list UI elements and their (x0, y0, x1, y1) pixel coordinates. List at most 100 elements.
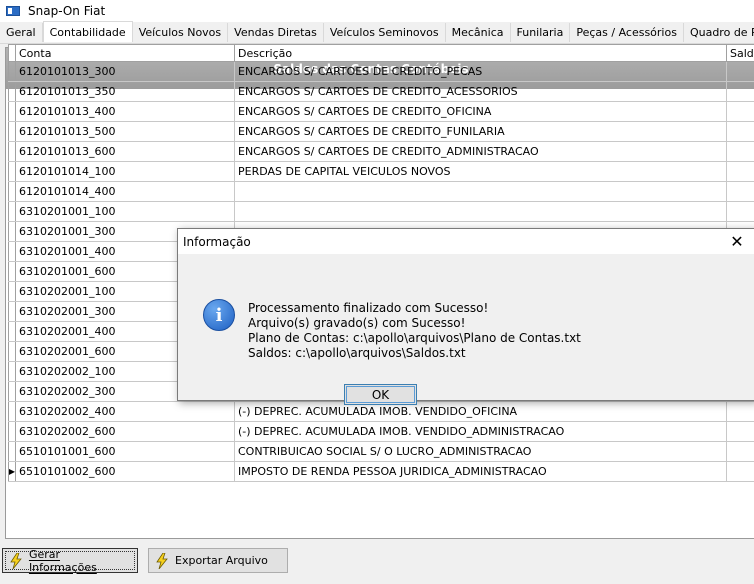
row-indicator (8, 182, 16, 201)
tab-veiculos-seminovos[interactable]: Veículos Seminovos (323, 23, 446, 42)
row-indicator (8, 242, 16, 261)
tab-veiculos-novos[interactable]: Veículos Novos (132, 23, 229, 42)
cell-conta[interactable]: 6120101013_600 (16, 142, 235, 161)
row-indicator (8, 262, 16, 281)
window-titlebar: Snap-On Fiat (0, 0, 754, 22)
cell-descricao[interactable]: (-) DEPREC. ACUMULADA IMOB. VENDIDO_ADMI… (235, 422, 727, 441)
row-indicator (8, 222, 16, 241)
row-indicator (8, 382, 16, 401)
row-indicator (8, 62, 16, 81)
exportar-label: Exportar Arquivo (175, 554, 268, 567)
cell-conta[interactable]: 6510101002_600 (16, 462, 235, 481)
row-indicator (8, 402, 16, 421)
cell-descricao[interactable]: (-) DEPREC. ACUMULADA IMOB. VENDIDO_OFIC… (235, 402, 727, 421)
cell-conta[interactable]: 6120101013_400 (16, 102, 235, 121)
cell-conta[interactable]: 6120101013_350 (16, 82, 235, 101)
row-indicator (8, 282, 16, 301)
table-row[interactable]: 6310202002_400 (-) DEPREC. ACUMULADA IMOB… (8, 402, 754, 422)
cell-conta[interactable]: 6310202002_400 (16, 402, 235, 421)
row-indicator (8, 162, 16, 181)
gerar-label: Gerar Informações (28, 547, 97, 574)
row-indicator (8, 202, 16, 221)
tab-vendas-diretas[interactable]: Vendas Diretas (228, 23, 324, 42)
message-line: Arquivo(s) gravado(s) com Sucesso! (248, 316, 466, 330)
grid-header-indicator (8, 45, 16, 61)
row-indicator (8, 142, 16, 161)
info-dialog: Informação ✕ i Processamento finalizado … (177, 228, 754, 405)
window-title: Snap-On Fiat (28, 4, 106, 18)
cell-conta[interactable]: 6120101013_500 (16, 122, 235, 141)
cell-conta[interactable]: 6510101001_600 (16, 442, 235, 461)
row-indicator (8, 122, 16, 141)
column-header-conta[interactable]: Conta (16, 45, 235, 61)
row-indicator: ▶ (8, 462, 16, 481)
row-indicator (8, 442, 16, 461)
cell-conta[interactable]: 6120101013_300 (16, 62, 235, 81)
lightning-icon (10, 552, 22, 569)
table-row[interactable]: 6120101013_300 ENCARGOS S/ CARTOES DE CRE… (8, 62, 754, 82)
cell-descricao[interactable]: CONTRIBUICAO SOCIAL S/ O LUCRO_ADMINISTR… (235, 442, 727, 461)
cell-descricao[interactable]: PERDAS DE CAPITAL VEICULOS NOVOS (235, 162, 727, 181)
cell-saldo[interactable] (727, 82, 754, 101)
table-row[interactable]: 6120101014_400 (8, 182, 754, 202)
cell-conta[interactable]: 6310202002_600 (16, 422, 235, 441)
cell-saldo[interactable] (727, 142, 754, 161)
cell-descricao[interactable]: ENCARGOS S/ CARTOES DE CREDITO_ACESSORIO… (235, 82, 727, 101)
table-row[interactable]: 6120101013_400 ENCARGOS S/ CARTOES DE CRE… (8, 102, 754, 122)
dialog-messages: Processamento finalizado com Sucesso! Ar… (248, 301, 581, 361)
cell-saldo[interactable] (727, 402, 754, 421)
cell-saldo[interactable] (727, 442, 754, 461)
column-header-saldo[interactable]: Saldo (727, 45, 754, 61)
table-row[interactable]: 6120101013_600 ENCARGOS S/ CARTOES DE CRE… (8, 142, 754, 162)
message-line: Saldos: c:\apollo\arquivos\Saldos.txt (248, 346, 466, 360)
tab-quadro-de-pessoal[interactable]: Quadro de Pesso (683, 23, 754, 42)
cell-saldo[interactable] (727, 62, 754, 81)
table-row[interactable]: 6510101001_600 CONTRIBUICAO SOCIAL S/ O L… (8, 442, 754, 462)
dialog-titlebar: Informação ✕ (178, 229, 754, 254)
gerar-informacoes-button[interactable]: Gerar Informações (2, 547, 138, 574)
cell-conta[interactable]: 6120101014_100 (16, 162, 235, 181)
message-line: Processamento finalizado com Sucesso! (248, 301, 489, 315)
grid-header: Conta Descrição Saldo (8, 44, 754, 62)
cell-conta[interactable]: 6310201001_100 (16, 202, 235, 221)
cell-saldo[interactable] (727, 162, 754, 181)
row-indicator (8, 422, 16, 441)
tab-geral[interactable]: Geral (0, 23, 43, 42)
dialog-body: i Processamento finalizado com Sucesso! … (178, 254, 754, 405)
cell-saldo[interactable] (727, 182, 754, 201)
ok-button[interactable]: OK (344, 384, 417, 405)
cell-conta[interactable]: 6120101014_400 (16, 182, 235, 201)
table-row[interactable]: ▶ 6510101002_600 IMPOSTO DE RENDA PESSOA J… (8, 462, 754, 482)
row-indicator (8, 322, 16, 341)
column-header-descricao[interactable]: Descrição (235, 45, 727, 61)
row-indicator (8, 102, 16, 121)
table-row[interactable]: 6120101014_100 PERDAS DE CAPITAL VEICULOS… (8, 162, 754, 182)
close-icon[interactable]: ✕ (722, 232, 752, 251)
tab-mecanica[interactable]: Mecânica (445, 23, 511, 42)
cell-saldo[interactable] (727, 422, 754, 441)
cell-descricao[interactable]: ENCARGOS S/ CARTOES DE CREDITO_OFICINA (235, 102, 727, 121)
dialog-title: Informação (183, 234, 251, 249)
table-row[interactable]: 6310202002_600 (-) DEPREC. ACUMULADA IMOB… (8, 422, 754, 442)
cell-descricao[interactable] (235, 182, 727, 201)
exportar-arquivo-button[interactable]: Exportar Arquivo (148, 548, 288, 573)
tab-pecas-acessorios[interactable]: Peças / Acessórios (570, 23, 684, 42)
row-indicator (8, 342, 16, 361)
table-row[interactable]: 6120101013_500 ENCARGOS S/ CARTOES DE CRE… (8, 122, 754, 142)
app-icon (6, 6, 20, 16)
cell-saldo[interactable] (727, 122, 754, 141)
cell-descricao[interactable]: ENCARGOS S/ CARTOES DE CREDITO_ADMINISTR… (235, 142, 727, 161)
lightning-icon (156, 552, 168, 569)
table-row[interactable]: 6120101013_350 ENCARGOS S/ CARTOES DE CRE… (8, 82, 754, 102)
cell-saldo[interactable] (727, 462, 754, 481)
cell-descricao[interactable] (235, 202, 727, 221)
table-row[interactable]: 6310201001_100 (8, 202, 754, 222)
tab-contabilidade[interactable]: Contabilidade (42, 21, 133, 42)
row-indicator (8, 82, 16, 101)
cell-descricao[interactable]: ENCARGOS S/ CARTOES DE CREDITO_FUNILARIA (235, 122, 727, 141)
cell-descricao[interactable]: ENCARGOS S/ CARTOES DE CREDITO_PECAS (235, 62, 727, 81)
cell-saldo[interactable] (727, 202, 754, 221)
cell-descricao[interactable]: IMPOSTO DE RENDA PESSOA JURIDICA_ADMINIS… (235, 462, 727, 481)
cell-saldo[interactable] (727, 102, 754, 121)
tab-funilaria[interactable]: Funilaria (510, 23, 571, 42)
